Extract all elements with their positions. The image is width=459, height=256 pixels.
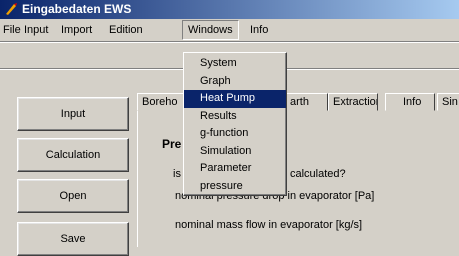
menu-item-parameter[interactable]: Parameter [184,160,286,178]
app-icon [6,3,17,15]
panel-heading: Pre [162,137,182,151]
save-button[interactable]: Save [17,222,129,256]
mass-flow-label: nominal mass flow in evaporator [kg/s] [175,219,363,231]
tab-extraction[interactable]: Extraction [328,93,378,111]
window-title: Eingabedaten EWS [22,2,132,16]
menu-windows[interactable]: Windows [182,20,239,40]
question-prefix: is [173,168,181,180]
tab-earth[interactable]: arth [285,93,328,111]
menu-bar: File Input Import Edition Windows Info [0,19,459,40]
menu-item-system[interactable]: System [184,55,286,73]
menu-info[interactable]: Info [250,23,268,37]
input-button[interactable]: Input [17,97,129,131]
calculation-button[interactable]: Calculation [17,138,129,172]
tab-info[interactable]: Info [385,93,435,111]
menu-input[interactable]: Input [24,23,48,37]
question-label: calculated? [290,168,346,180]
tab-simulation[interactable]: Sin [437,93,459,111]
menu-item-pressure[interactable]: pressure [184,178,286,196]
menu-item-simulation[interactable]: Simulation [184,143,286,161]
menu-file[interactable]: File [3,23,21,37]
tab-borehole[interactable]: Boreho [137,93,185,111]
menu-item-g-function[interactable]: g-function [184,125,286,143]
title-bar: Eingabedaten EWS [0,0,459,19]
menu-item-graph[interactable]: Graph [184,73,286,91]
menu-item-heat-pump[interactable]: Heat Pump [184,90,286,108]
menu-import[interactable]: Import [61,23,92,37]
menu-separator [0,41,459,43]
windows-menu-dropdown: System Graph Heat Pump Results g-functio… [183,52,287,196]
menu-edition[interactable]: Edition [109,23,143,37]
open-button[interactable]: Open [17,179,129,213]
menu-item-results[interactable]: Results [184,108,286,126]
